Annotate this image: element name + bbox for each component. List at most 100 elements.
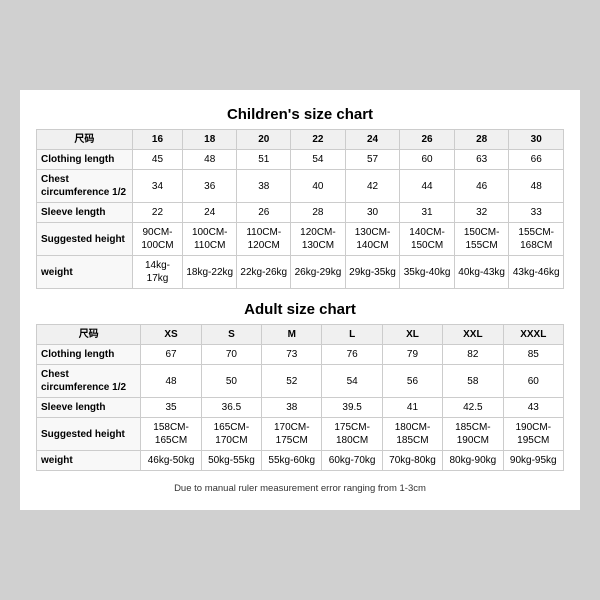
cell-r2-c3: 28 [291, 203, 346, 223]
column-header-5: XL [382, 325, 442, 345]
row-label: Sleeve length [37, 398, 141, 418]
cell-r0-c4: 79 [382, 345, 442, 365]
cell-r1-c4: 56 [382, 365, 442, 398]
cell-r2-c5: 31 [400, 203, 455, 223]
cell-r4-c0: 46kg-50kg [141, 451, 201, 471]
row-label: Clothing length [37, 150, 133, 170]
cell-r4-c0: 14kg-17kg [132, 256, 182, 289]
cell-r4-c1: 18kg-22kg [183, 256, 237, 289]
children-table: 尺码1618202224262830 Clothing length454851… [36, 129, 564, 289]
table-row: Suggested height158CM-165CM165CM-170CM17… [37, 418, 564, 451]
row-label: weight [37, 256, 133, 289]
column-header-6: XXL [443, 325, 503, 345]
cell-r2-c2: 38 [262, 398, 322, 418]
cell-r3-c1: 165CM-170CM [201, 418, 261, 451]
cell-r3-c5: 140CM-150CM [400, 223, 455, 256]
cell-r4-c5: 80kg-90kg [443, 451, 503, 471]
cell-r2-c6: 43 [503, 398, 563, 418]
row-label: Clothing length [37, 345, 141, 365]
cell-r2-c7: 33 [509, 203, 564, 223]
row-label: Chest circumference 1/2 [37, 170, 133, 203]
children-header-row: 尺码1618202224262830 [37, 130, 564, 150]
column-header-1: 16 [132, 130, 182, 150]
cell-r4-c3: 26kg-29kg [291, 256, 346, 289]
cell-r1-c1: 50 [201, 365, 261, 398]
cell-r3-c4: 180CM-185CM [382, 418, 442, 451]
row-label: Sleeve length [37, 203, 133, 223]
adult-table: 尺码XSSMLXLXXLXXXL Clothing length67707376… [36, 324, 564, 471]
cell-r3-c4: 130CM-140CM [345, 223, 400, 256]
cell-r0-c2: 73 [262, 345, 322, 365]
cell-r1-c2: 38 [237, 170, 291, 203]
cell-r4-c2: 55kg-60kg [262, 451, 322, 471]
cell-r2-c4: 30 [345, 203, 400, 223]
cell-r1-c0: 34 [132, 170, 182, 203]
cell-r3-c0: 90CM-100CM [132, 223, 182, 256]
cell-r2-c2: 26 [237, 203, 291, 223]
cell-r1-c6: 46 [454, 170, 509, 203]
column-header-4: L [322, 325, 382, 345]
cell-r3-c2: 110CM-120CM [237, 223, 291, 256]
cell-r3-c3: 120CM-130CM [291, 223, 346, 256]
cell-r4-c6: 40kg-43kg [454, 256, 509, 289]
cell-r1-c2: 52 [262, 365, 322, 398]
column-header-0: 尺码 [37, 325, 141, 345]
cell-r4-c3: 60kg-70kg [322, 451, 382, 471]
column-header-5: 24 [345, 130, 400, 150]
cell-r2-c4: 41 [382, 398, 442, 418]
row-label: Suggested height [37, 418, 141, 451]
cell-r0-c7: 66 [509, 150, 564, 170]
column-header-3: 20 [237, 130, 291, 150]
cell-r0-c6: 63 [454, 150, 509, 170]
cell-r4-c4: 70kg-80kg [382, 451, 442, 471]
column-header-7: XXXL [503, 325, 563, 345]
table-row: Sleeve length3536.53839.54142.543 [37, 398, 564, 418]
cell-r0-c1: 48 [183, 150, 237, 170]
column-header-3: M [262, 325, 322, 345]
size-chart-card: Children's size chart 尺码1618202224262830… [20, 90, 580, 510]
children-chart-title: Children's size chart [36, 106, 564, 123]
column-header-4: 22 [291, 130, 346, 150]
table-row: Chest circumference 1/23436384042444648 [37, 170, 564, 203]
measurement-note: Due to manual ruler measurement error ra… [36, 483, 564, 494]
cell-r1-c6: 60 [503, 365, 563, 398]
table-row: Chest circumference 1/248505254565860 [37, 365, 564, 398]
cell-r3-c0: 158CM-165CM [141, 418, 201, 451]
cell-r3-c3: 175CM-180CM [322, 418, 382, 451]
cell-r2-c3: 39.5 [322, 398, 382, 418]
cell-r2-c6: 32 [454, 203, 509, 223]
cell-r3-c7: 155CM-168CM [509, 223, 564, 256]
cell-r4-c5: 35kg-40kg [400, 256, 455, 289]
cell-r3-c2: 170CM-175CM [262, 418, 322, 451]
column-header-2: S [201, 325, 261, 345]
cell-r3-c5: 185CM-190CM [443, 418, 503, 451]
cell-r0-c6: 85 [503, 345, 563, 365]
cell-r3-c1: 100CM-110CM [183, 223, 237, 256]
cell-r1-c4: 42 [345, 170, 400, 203]
row-label: Suggested height [37, 223, 133, 256]
cell-r1-c7: 48 [509, 170, 564, 203]
cell-r4-c2: 22kg-26kg [237, 256, 291, 289]
cell-r2-c1: 24 [183, 203, 237, 223]
cell-r1-c3: 54 [322, 365, 382, 398]
column-header-1: XS [141, 325, 201, 345]
table-row: weight14kg-17kg18kg-22kg22kg-26kg26kg-29… [37, 256, 564, 289]
table-row: Suggested height90CM-100CM100CM-110CM110… [37, 223, 564, 256]
table-row: Clothing length67707376798285 [37, 345, 564, 365]
column-header-8: 30 [509, 130, 564, 150]
cell-r0-c0: 45 [132, 150, 182, 170]
table-row: Clothing length4548515457606366 [37, 150, 564, 170]
cell-r0-c3: 76 [322, 345, 382, 365]
cell-r2-c1: 36.5 [201, 398, 261, 418]
row-label: Chest circumference 1/2 [37, 365, 141, 398]
column-header-0: 尺码 [37, 130, 133, 150]
cell-r1-c3: 40 [291, 170, 346, 203]
cell-r4-c7: 43kg-46kg [509, 256, 564, 289]
cell-r2-c0: 35 [141, 398, 201, 418]
cell-r0-c1: 70 [201, 345, 261, 365]
cell-r0-c4: 57 [345, 150, 400, 170]
column-header-7: 28 [454, 130, 509, 150]
cell-r1-c5: 58 [443, 365, 503, 398]
cell-r4-c1: 50kg-55kg [201, 451, 261, 471]
row-label: weight [37, 451, 141, 471]
